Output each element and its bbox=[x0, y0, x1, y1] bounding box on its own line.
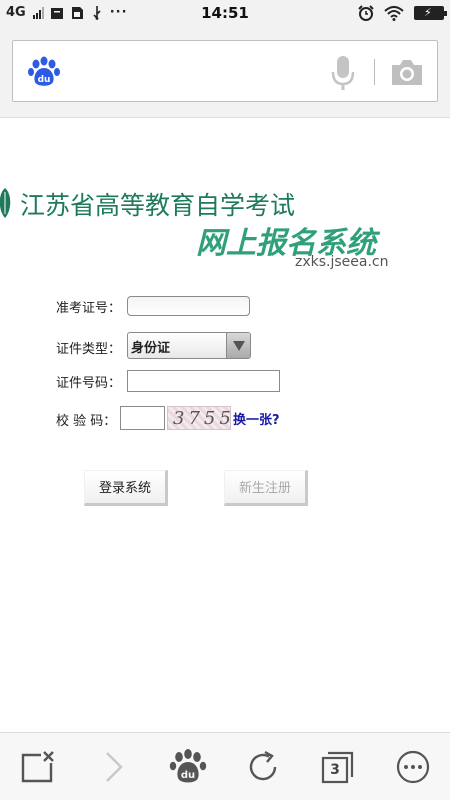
tabs-button[interactable]: 3 bbox=[318, 747, 358, 787]
baidu-paw-icon[interactable]: du bbox=[27, 55, 61, 89]
id-type-selected: 身份证 bbox=[131, 341, 171, 356]
id-number-input[interactable] bbox=[127, 370, 280, 392]
battery-icon: ⚡ bbox=[414, 6, 447, 20]
login-button[interactable]: 登录系统 bbox=[84, 470, 168, 506]
site-title: 江苏省高等教育自学考试 bbox=[20, 191, 296, 220]
close-page-icon[interactable] bbox=[17, 747, 57, 787]
id-type-select[interactable]: 身份证 bbox=[127, 332, 251, 359]
site-brand: 江苏省高等教育自学考试 网上报名系统 zxks.jseea.cn bbox=[0, 180, 450, 280]
tab-count: 3 bbox=[330, 762, 340, 778]
browser-header: du bbox=[0, 28, 450, 118]
search-input[interactable]: du bbox=[12, 40, 438, 102]
status-bar: 4G ··· 14:51 ⚡ bbox=[0, 0, 450, 28]
captcha-label: 校 验 码： bbox=[56, 414, 117, 429]
svg-text:du: du bbox=[181, 770, 195, 781]
microphone-icon[interactable] bbox=[330, 55, 356, 91]
exam-id-input[interactable] bbox=[127, 296, 250, 316]
status-right: ⚡ bbox=[358, 5, 447, 21]
more-icon[interactable] bbox=[393, 747, 433, 787]
camera-icon[interactable] bbox=[390, 57, 424, 87]
site-url: zxks.jseea.cn bbox=[295, 254, 389, 270]
wifi-icon bbox=[384, 5, 404, 21]
baidu-home-icon[interactable]: du bbox=[168, 747, 208, 787]
captcha-image[interactable]: 3755 bbox=[167, 406, 231, 430]
forward-icon[interactable] bbox=[93, 747, 133, 787]
alarm-icon bbox=[358, 5, 374, 21]
svg-text:du: du bbox=[38, 75, 51, 85]
browser-toolbar: du 3 bbox=[0, 732, 450, 800]
emblem-icon bbox=[0, 188, 11, 218]
register-button[interactable]: 新生注册 bbox=[224, 470, 308, 506]
captcha-refresh-link[interactable]: 换一张? bbox=[233, 409, 280, 428]
id-number-label: 证件号码： bbox=[56, 376, 122, 391]
exam-id-label: 准考证号： bbox=[56, 301, 122, 316]
captcha-input[interactable] bbox=[120, 406, 165, 430]
chevron-down-icon[interactable] bbox=[226, 333, 250, 358]
search-separator bbox=[374, 59, 375, 85]
id-type-label: 证件类型： bbox=[56, 342, 122, 357]
refresh-icon[interactable] bbox=[243, 747, 283, 787]
